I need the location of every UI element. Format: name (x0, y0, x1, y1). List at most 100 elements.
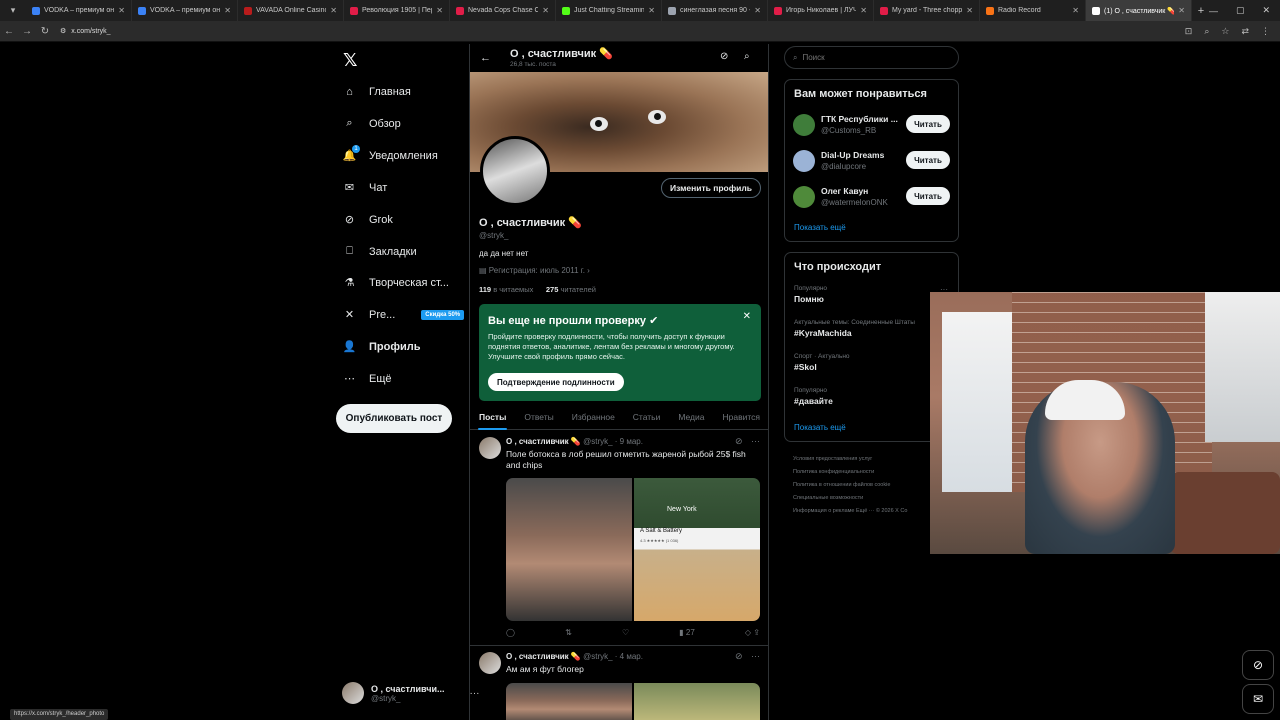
browser-tab[interactable]: VODKA – премиум онлайн✕ (132, 0, 238, 21)
compose-post-button[interactable]: Опубликовать пост (336, 404, 452, 433)
suggestion-item[interactable]: ГТК Республики ... @Customs_RB Читать (793, 112, 953, 138)
close-icon[interactable]: ✕ (743, 311, 751, 322)
search-input[interactable] (802, 53, 943, 62)
close-window-icon[interactable]: ✕ (1262, 5, 1270, 16)
trend-item[interactable]: Спорт · Актуально #Skol (794, 353, 850, 372)
footer-link[interactable]: Политика в отношении файлов cookie (793, 482, 890, 488)
post-photo[interactable] (506, 683, 632, 720)
profile-tab[interactable]: Посты (470, 406, 515, 430)
profile-tab[interactable]: Статьи (624, 406, 670, 429)
tab-close-icon[interactable]: ✕ (648, 6, 655, 15)
footer-link[interactable]: Ещё ··· (856, 508, 874, 514)
browser-tab[interactable]: Just Chatting Streaming ✕ (556, 0, 662, 21)
nav-item[interactable]: ⚗ Творческая ст... (342, 275, 449, 290)
repost-icon[interactable]: ⇅ (565, 628, 572, 637)
profile-tab[interactable]: Ответы (515, 406, 562, 429)
nav-item[interactable]: ⋯ Ещё (342, 371, 392, 386)
like-icon[interactable]: ♡ (622, 628, 629, 637)
profile-tab[interactable]: Медиа (669, 406, 713, 429)
post-handle[interactable]: @stryk_ (583, 652, 612, 661)
search-icon[interactable]: ⌕ (744, 51, 750, 62)
trend-item[interactable]: Актуальные темы: Соединенные Штаты #KyraM… (794, 319, 915, 338)
edit-profile-button[interactable]: Изменить профиль (661, 178, 761, 198)
browser-tab[interactable]: VODKA – премиум онлайн✕ (26, 0, 132, 21)
post-date[interactable]: · 9 мар. (615, 437, 643, 446)
browser-tab[interactable]: Nevada Cops Chase Chil ✕ (450, 0, 556, 21)
post-date[interactable]: · 4 мар. (615, 652, 643, 661)
follow-button[interactable]: Читать (906, 187, 950, 205)
post-item[interactable]: О , счастливчик 💊 @stryk_ · 4 мар. ⊘ ···… (470, 647, 768, 720)
profile-avatar[interactable] (480, 136, 550, 206)
browser-tab[interactable]: Radio Record ✕ (980, 0, 1086, 21)
grok-icon[interactable]: ⊘ (735, 436, 743, 447)
verify-identity-button[interactable]: Подтверждение подлинности (488, 373, 624, 391)
tab-close-icon[interactable]: ✕ (330, 6, 337, 15)
tab-close-icon[interactable]: ✕ (436, 6, 443, 15)
footer-link[interactable]: © 2026 X Co (876, 508, 908, 514)
bookmark-icon[interactable]: ◇ ⇪ (745, 628, 760, 637)
following-link[interactable]: 119 в читаемых (479, 285, 533, 294)
post-media[interactable]: New York A Salt & Battery 4.3 ★★★★★ (1 0… (506, 478, 760, 621)
tab-close-icon[interactable]: ✕ (542, 6, 549, 15)
maximize-icon[interactable]: ▢ (1236, 5, 1245, 16)
nav-item[interactable]: ✕ Pre... Скидка 50% (342, 307, 465, 322)
footer-link[interactable]: Информация о рекламе (793, 508, 854, 514)
followers-link[interactable]: 275 читателей (546, 285, 596, 294)
translate-icon[interactable]: ⇄ (1241, 26, 1249, 37)
url-field[interactable]: ⚙ x.com/stryk_ (60, 23, 1140, 39)
star-icon[interactable]: ☆ (1221, 26, 1229, 37)
trend-item[interactable]: Популярно Помню (794, 285, 827, 304)
grok-float-icon[interactable]: ⊘ (1242, 650, 1274, 680)
show-more-link[interactable]: Показать ещё (794, 423, 846, 432)
zoom-icon[interactable]: ⌕ (1204, 26, 1209, 37)
follow-button[interactable]: Читать (906, 151, 950, 169)
footer-link[interactable]: Политика конфиденциальности (793, 469, 874, 475)
post-photo-map[interactable]: New York A Salt & Battery 4.3 ★★★★★ (1 0… (634, 478, 760, 621)
menu-icon[interactable]: ⋮ (1261, 26, 1270, 37)
x-logo-icon[interactable]: 𝕏 (343, 50, 358, 71)
browser-tab[interactable]: Революция 1905 | Перв ✕ (344, 0, 450, 21)
nav-item[interactable]: ⌕ Обзор (342, 116, 400, 131)
suggestion-item[interactable]: Dial-Up Dreams @dialupcore Читать (793, 148, 953, 174)
post-author[interactable]: О , счастливчик 💊 (506, 437, 581, 446)
views-icon[interactable]: ▮ 27 (679, 628, 695, 637)
reload-icon[interactable]: ↻ (36, 26, 54, 37)
site-info-icon[interactable]: ⚙ (60, 27, 66, 35)
install-icon[interactable]: ⊡ (1185, 26, 1193, 37)
back-arrow-icon[interactable]: ← (480, 52, 491, 64)
reply-icon[interactable]: ◯ (506, 628, 515, 637)
footer-link[interactable]: Условия предоставления услуг (793, 456, 872, 462)
tab-close-icon[interactable]: ✕ (754, 6, 761, 15)
tab-close-icon[interactable]: ✕ (860, 6, 867, 15)
post-photo[interactable] (634, 683, 760, 720)
tab-close-icon[interactable]: ✕ (1178, 6, 1185, 15)
grok-icon[interactable]: ⊘ (735, 651, 743, 662)
tab-close-icon[interactable]: ✕ (118, 6, 125, 15)
nav-item[interactable]: ✉ Чат (342, 180, 387, 195)
nav-item[interactable]: ⊘ Grok (342, 212, 393, 227)
grok-icon[interactable]: ⊘ (720, 51, 728, 62)
show-more-link[interactable]: Показать ещё (794, 223, 846, 232)
trend-item[interactable]: Популярно #давайте (794, 387, 833, 406)
account-switcher[interactable]: О , счастливчи... @stryk_ ··· (342, 682, 480, 704)
tab-search-icon[interactable]: ▾ (0, 0, 26, 21)
browser-tab[interactable]: VAVADA Online Casino ✕ (238, 0, 344, 21)
post-author[interactable]: О , счастливчик 💊 (506, 652, 581, 661)
join-date[interactable]: ▤ Регистрация: июль 2011 г. › (479, 266, 590, 275)
post-item[interactable]: О , счастливчик 💊 @stryk_ · 9 мар. ⊘ ···… (470, 432, 768, 646)
back-icon[interactable]: ← (0, 26, 18, 37)
more-dots-icon[interactable]: ··· (751, 651, 760, 661)
follow-button[interactable]: Читать (906, 115, 950, 133)
browser-tab[interactable]: Игорь Николаев | ЛУЧШ ✕ (768, 0, 874, 21)
search-box[interactable]: ⌕ (784, 46, 959, 69)
tab-close-icon[interactable]: ✕ (224, 6, 231, 15)
messages-float-icon[interactable]: ✉ (1242, 684, 1274, 714)
suggestion-item[interactable]: Олег Кавун @watermelonONK Читать (793, 184, 953, 210)
nav-item[interactable]: 👤 Профиль (342, 339, 421, 354)
nav-item[interactable]: ⎕ Закладки (342, 244, 416, 259)
post-photo-selfie[interactable] (506, 478, 632, 621)
nav-item[interactable]: ⌂ Главная (342, 84, 411, 99)
browser-tab[interactable]: (1) О , счастливчик 💊 (@ ✕ (1086, 0, 1192, 21)
footer-link[interactable]: Специальные возможности (793, 495, 863, 501)
new-tab-button[interactable]: + (1192, 5, 1210, 17)
